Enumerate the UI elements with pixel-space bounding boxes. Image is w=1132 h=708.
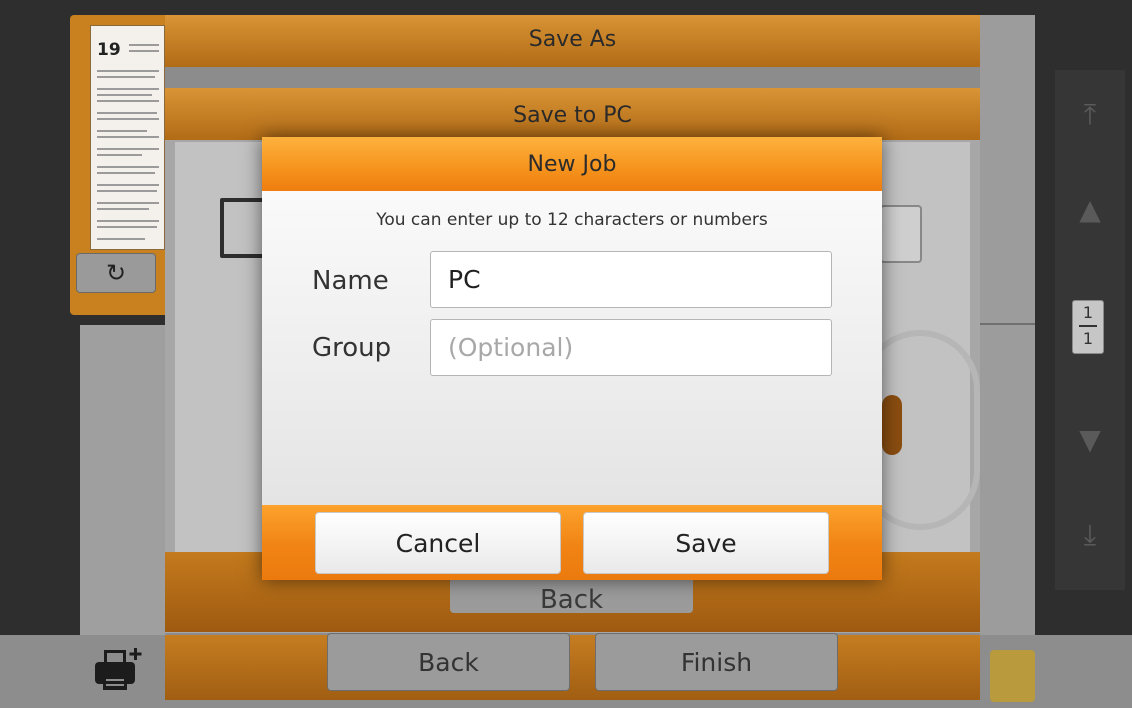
name-label: Name bbox=[312, 266, 389, 296]
group-label: Group bbox=[312, 333, 392, 363]
rotate-button[interactable]: ↻ bbox=[76, 253, 156, 293]
save-button[interactable]: Save bbox=[583, 512, 829, 574]
save-to-pc-back-label: Back bbox=[539, 585, 604, 613]
background-indicator bbox=[882, 395, 902, 455]
rotate-icon: ↻ bbox=[105, 259, 127, 287]
page-down-icon[interactable]: ▼ bbox=[1055, 425, 1125, 455]
save-as-title: Save As bbox=[165, 15, 980, 67]
thumbnail-page-number: 19 bbox=[97, 40, 121, 60]
back-button[interactable]: Back bbox=[327, 633, 570, 691]
right-side-panel bbox=[975, 15, 1035, 635]
group-field[interactable]: (Optional) bbox=[430, 319, 832, 376]
dialog-title: New Job bbox=[262, 137, 882, 191]
jump-bottom-icon[interactable]: ⤓ bbox=[1055, 520, 1125, 550]
page-total: 1 bbox=[1082, 329, 1094, 348]
page-indicator: 1 1 bbox=[1072, 300, 1104, 354]
printer-add-icon[interactable] bbox=[90, 644, 148, 694]
right-panel-divider bbox=[975, 323, 1035, 325]
cancel-button[interactable]: Cancel bbox=[315, 512, 561, 574]
bottom-action-area bbox=[165, 635, 980, 700]
page-current: 1 bbox=[1082, 303, 1094, 322]
dialog-hint: You can enter up to 12 characters or num… bbox=[376, 210, 768, 230]
left-lower-panel bbox=[80, 325, 170, 635]
finish-button[interactable]: Finish bbox=[595, 633, 838, 691]
page-up-icon[interactable]: ▲ bbox=[1055, 195, 1125, 225]
save-to-pc-title: Save to PC bbox=[165, 88, 980, 140]
document-thumbnail[interactable]: 19 bbox=[90, 25, 165, 250]
name-field[interactable]: PC bbox=[430, 251, 832, 308]
right-bottom-button[interactable] bbox=[990, 650, 1035, 702]
background-field bbox=[880, 205, 922, 263]
jump-top-icon[interactable]: ⤒ bbox=[1055, 100, 1125, 130]
